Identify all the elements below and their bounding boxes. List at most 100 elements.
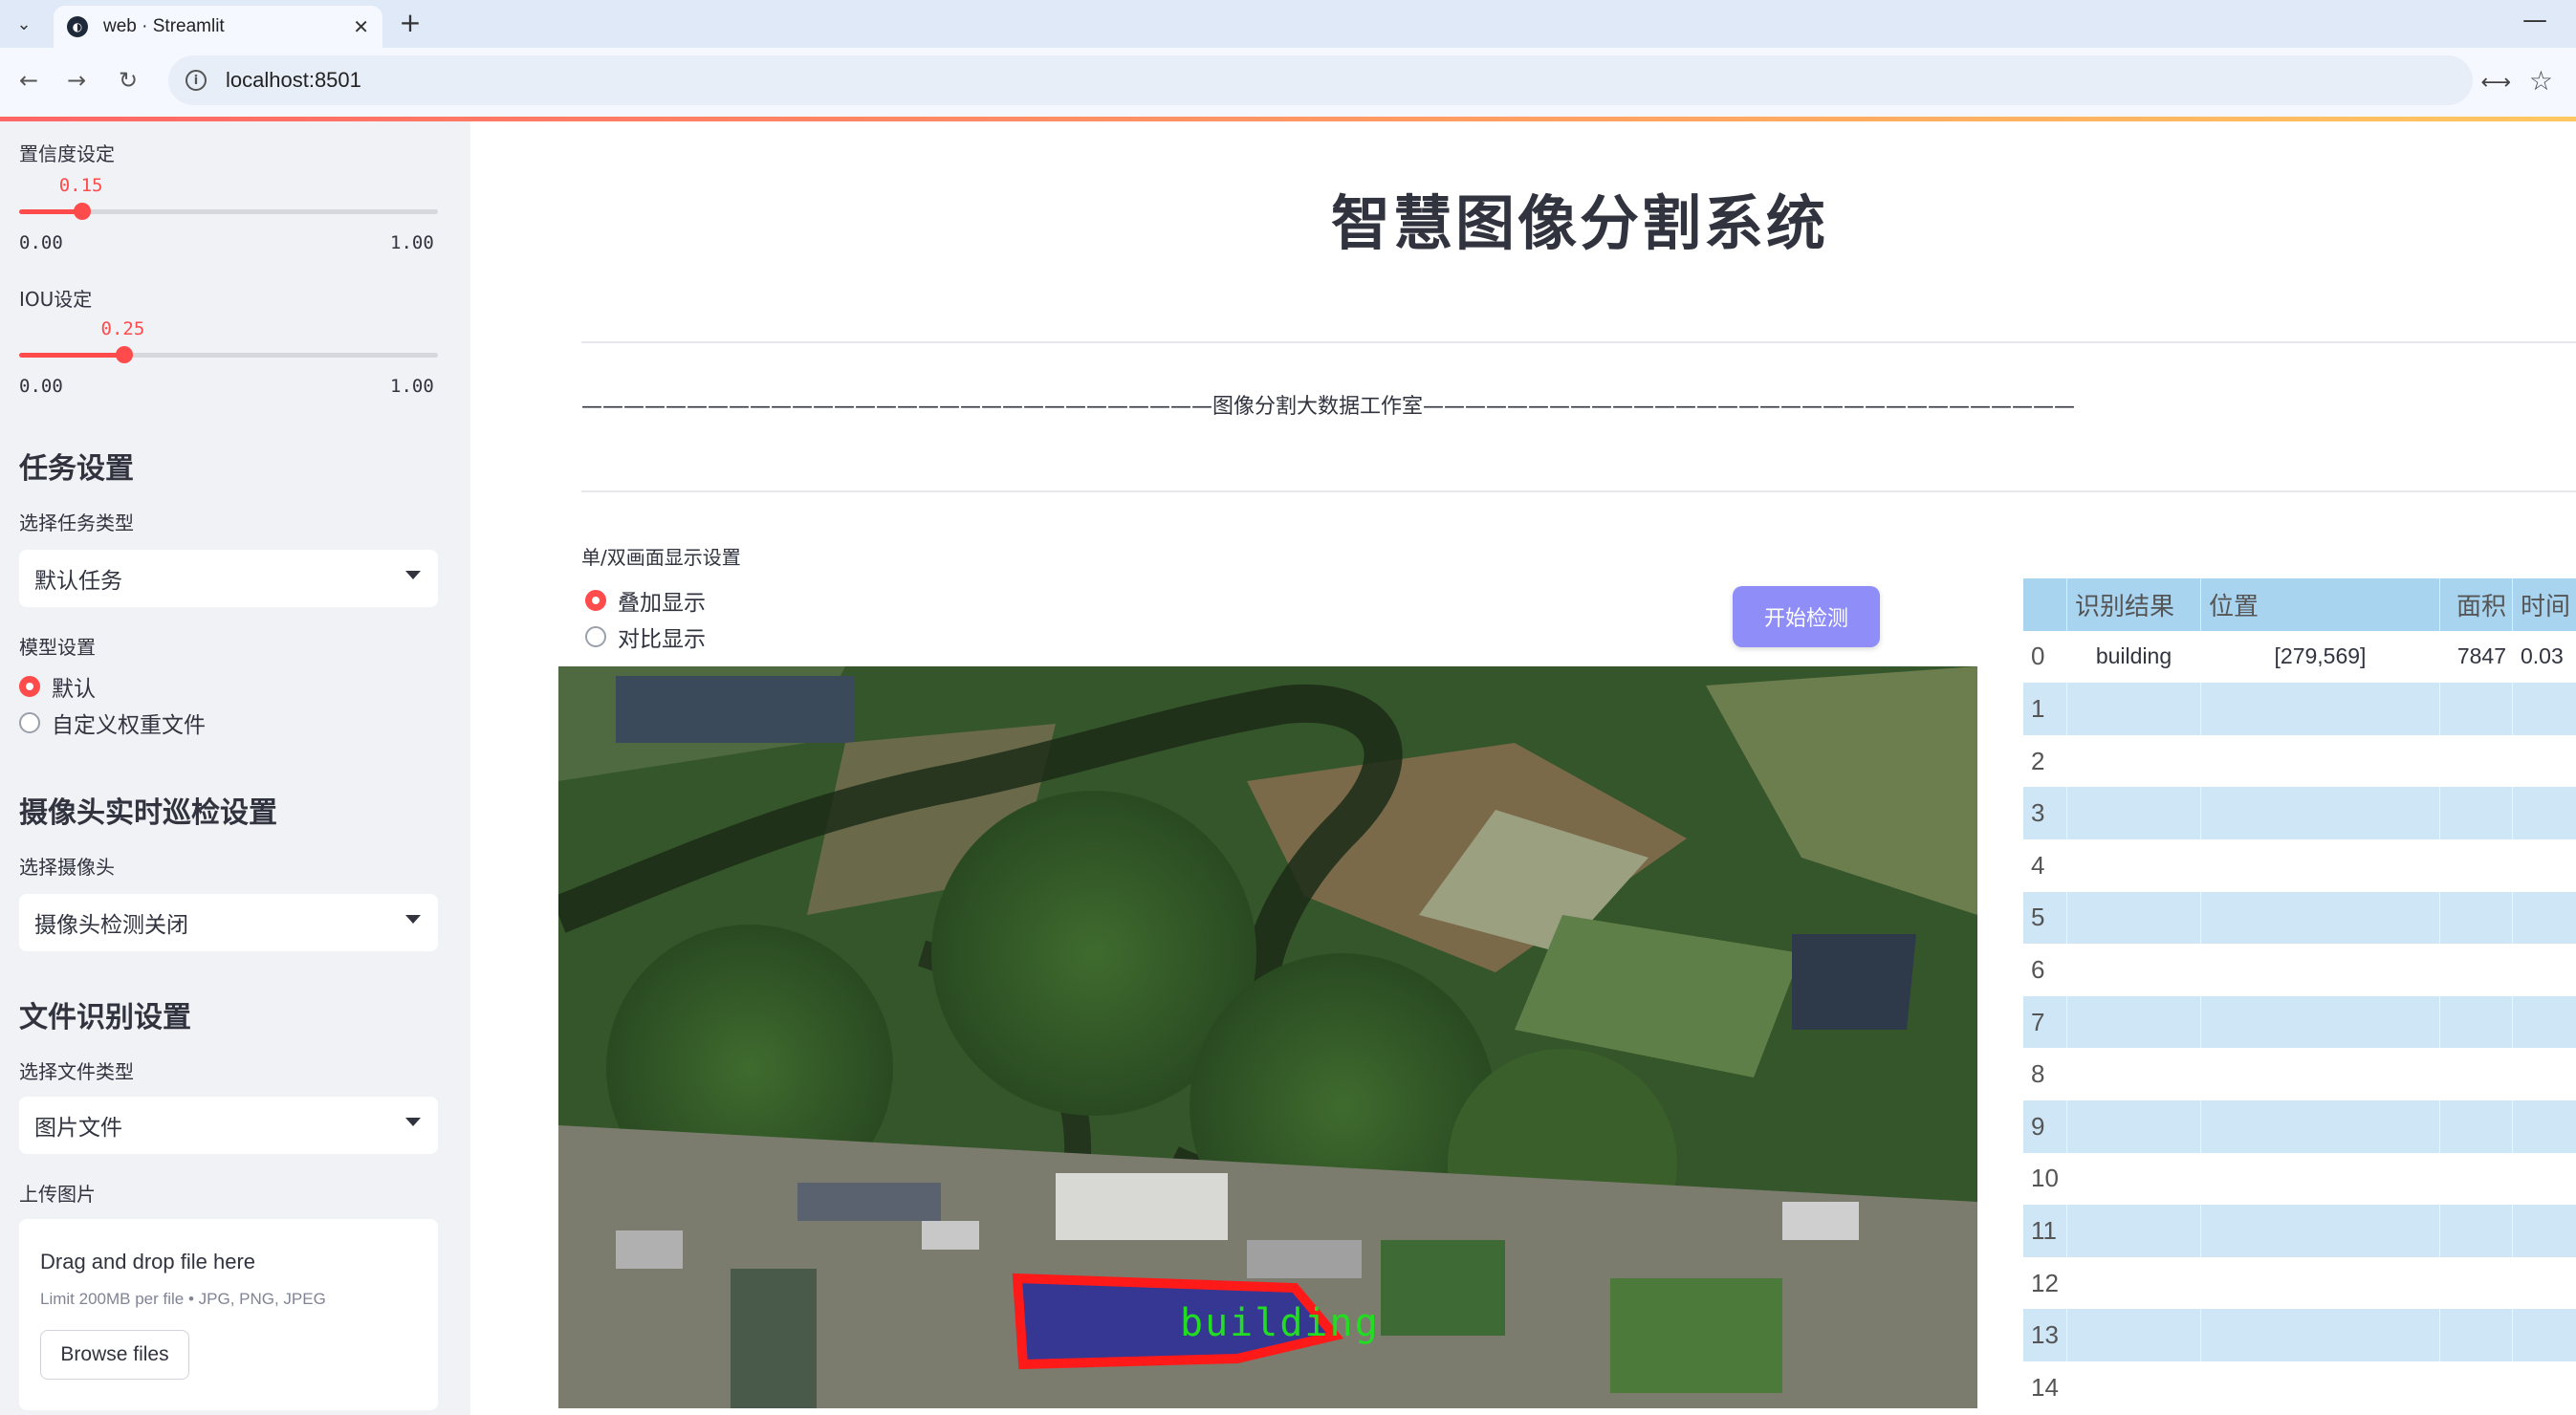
row-index: 5 — [2023, 891, 2067, 945]
cell-time: 0.03 — [2513, 631, 2576, 684]
file-dropzone[interactable]: Drag and drop file here Limit 200MB per … — [19, 1219, 438, 1410]
file-type-select[interactable]: 图片文件 — [19, 1097, 438, 1154]
display-mode-overlay[interactable]: 叠加显示 — [585, 584, 706, 617]
file-select-label: 选择文件类型 — [19, 1060, 134, 1083]
table-row[interactable]: 3 — [2023, 787, 2576, 839]
bookmark-star-icon[interactable]: ☆ — [2529, 65, 2553, 97]
forward-arrow-icon[interactable]: → — [59, 63, 94, 98]
cell-result — [2067, 1361, 2201, 1414]
cell-time — [2513, 996, 2576, 1049]
confidence-slider[interactable] — [19, 203, 438, 220]
row-index: 14 — [2023, 1361, 2067, 1414]
reload-icon[interactable]: ↻ — [111, 63, 145, 98]
iou-slider-fill — [19, 353, 124, 358]
translate-icon[interactable]: ⟷ — [2480, 71, 2511, 95]
model-option-custom[interactable]: 自定义权重文件 — [19, 707, 206, 739]
iou-slider[interactable] — [19, 346, 438, 363]
display-mode-compare[interactable]: 对比显示 — [585, 620, 706, 653]
camera-selected: 摄像头检测关闭 — [34, 913, 188, 938]
cell-time — [2513, 839, 2576, 892]
row-index: 2 — [2023, 734, 2067, 788]
table-row[interactable]: 7 — [2023, 995, 2576, 1049]
table-row[interactable]: 5 — [2023, 891, 2576, 945]
browser-tab[interactable]: ◐ web · Streamlit ✕ — [54, 6, 382, 48]
column-header: 时间 — [2513, 578, 2576, 631]
iou-value: 0.25 — [100, 318, 145, 339]
row-index: 12 — [2023, 1256, 2067, 1310]
camera-select[interactable]: 摄像头检测关闭 — [19, 894, 438, 951]
start-detection-button[interactable]: 开始检测 — [1733, 586, 1880, 647]
chevron-down-icon — [405, 915, 421, 924]
divider — [581, 490, 2576, 492]
table-row[interactable]: 4 — [2023, 839, 2576, 892]
model-option-label: 默认 — [52, 677, 96, 702]
tab-title: web · Streamlit — [103, 16, 225, 36]
camera-select-label: 选择摄像头 — [19, 856, 115, 879]
table-row[interactable]: 11 — [2023, 1205, 2576, 1257]
cell-position — [2201, 944, 2440, 996]
cell-area — [2440, 1205, 2513, 1257]
cell-position — [2201, 1205, 2440, 1257]
cell-area — [2440, 1100, 2513, 1153]
new-tab-plus-icon[interactable]: + — [394, 8, 426, 40]
model-label: 模型设置 — [19, 636, 96, 659]
cell-area — [2440, 1152, 2513, 1206]
table-row[interactable]: 1 — [2023, 683, 2576, 735]
column-header: 位置 — [2201, 578, 2440, 631]
display-mode-option-label: 对比显示 — [618, 627, 706, 652]
camera-heading: 摄像头实时巡检设置 — [19, 796, 277, 830]
cell-result — [2067, 1309, 2201, 1361]
tab-close-icon[interactable]: ✕ — [353, 15, 369, 38]
streamlit-favicon-icon: ◐ — [67, 16, 88, 37]
iou-slider-thumb[interactable] — [115, 346, 133, 363]
table-row[interactable]: 14 — [2023, 1361, 2576, 1414]
table-row[interactable]: 9 — [2023, 1100, 2576, 1153]
cell-time — [2513, 1361, 2576, 1414]
cell-position — [2201, 1309, 2440, 1361]
confidence-slider-thumb[interactable] — [73, 203, 91, 220]
tab-list-chevron-icon[interactable]: ⌄ — [8, 8, 40, 40]
back-arrow-icon[interactable]: ← — [11, 63, 46, 98]
cell-position — [2201, 1152, 2440, 1206]
task-type-selected: 默认任务 — [34, 569, 122, 594]
table-row[interactable]: 12 — [2023, 1256, 2576, 1310]
table-row[interactable]: 2 — [2023, 734, 2576, 788]
cell-time — [2513, 892, 2576, 945]
row-index: 11 — [2023, 1205, 2067, 1257]
task-type-select[interactable]: 默认任务 — [19, 550, 438, 607]
table-row[interactable]: 8 — [2023, 1048, 2576, 1100]
table-row[interactable]: 6 — [2023, 944, 2576, 996]
table-row[interactable]: 10 — [2023, 1152, 2576, 1206]
row-index: 13 — [2023, 1309, 2067, 1361]
display-mode-label: 单/双画面显示设置 — [581, 546, 741, 569]
cell-result — [2067, 734, 2201, 788]
cell-result — [2067, 683, 2201, 735]
cell-position — [2201, 1256, 2440, 1310]
file-heading: 文件识别设置 — [19, 1001, 191, 1034]
results-table[interactable]: 识别结果 位置 面积 时间 0 building [279,569] 7847 0.03 1 2 3 4… — [2023, 578, 2576, 1415]
url-omnibox[interactable]: i localhost:8501 — [168, 55, 2473, 105]
radio-selected-icon[interactable] — [19, 676, 40, 697]
display-mode-option-label: 叠加显示 — [618, 591, 706, 616]
browse-files-button[interactable]: Browse files — [40, 1330, 189, 1380]
row-index: 1 — [2023, 683, 2067, 735]
cell-area — [2440, 1361, 2513, 1414]
cell-area — [2440, 1048, 2513, 1100]
upload-label: 上传图片 — [19, 1183, 96, 1206]
table-row[interactable]: 0 building [279,569] 7847 0.03 — [2023, 630, 2576, 684]
radio-selected-icon[interactable] — [585, 590, 606, 611]
cell-position — [2201, 787, 2440, 839]
radio-unselected-icon[interactable] — [19, 712, 40, 733]
radio-unselected-icon[interactable] — [585, 626, 606, 647]
cell-result — [2067, 1048, 2201, 1100]
window-minimize-icon[interactable]: — — [2522, 6, 2547, 34]
main-content: 智慧图像分割系统 ——————————————————————————————图… — [470, 121, 2576, 1415]
confidence-value: 0.15 — [58, 175, 103, 196]
model-option-default[interactable]: 默认 — [19, 670, 96, 703]
dropzone-limits: Limit 200MB per file • JPG, PNG, JPEG — [40, 1290, 326, 1308]
row-index: 0 — [2023, 630, 2067, 684]
site-info-icon[interactable]: i — [186, 70, 207, 91]
cell-result — [2067, 1205, 2201, 1257]
sidebar: 置信度设定 0.15 0.00 1.00 IOU设定 0.25 0.00 1.0… — [0, 121, 470, 1415]
table-row[interactable]: 13 — [2023, 1309, 2576, 1361]
